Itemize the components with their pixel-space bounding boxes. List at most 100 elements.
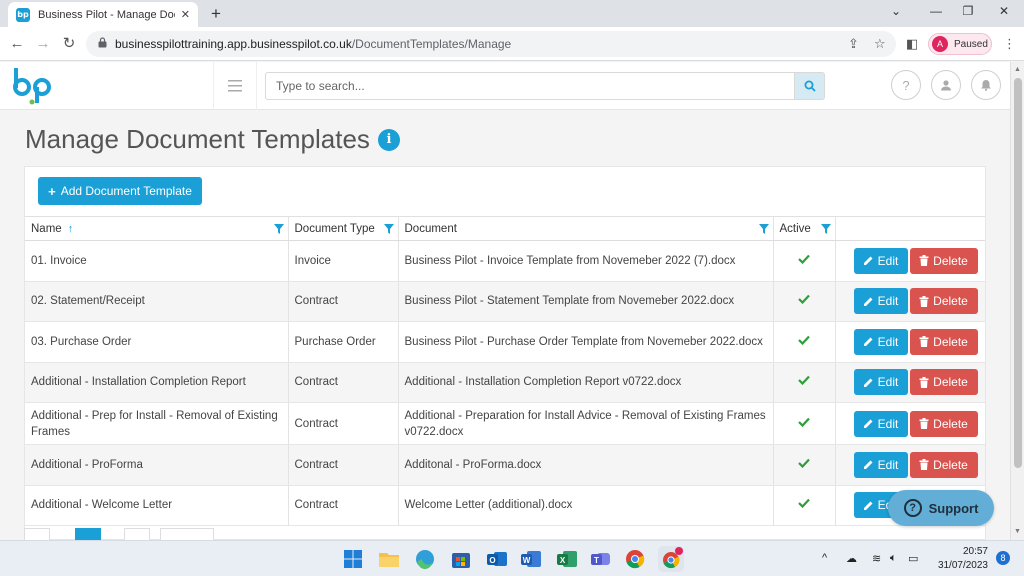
- help-button[interactable]: ?: [891, 70, 921, 100]
- window-close-icon[interactable]: ✕: [994, 4, 1014, 18]
- table-row[interactable]: 03. Purchase Order Purchase Order Business…: [25, 321, 985, 363]
- browser-tab[interactable]: bp Business Pilot - Manage Docume ✕: [8, 2, 198, 27]
- table-row[interactable]: 01. Invoice Invoice Business Pilot - Invoi…: [25, 240, 985, 282]
- cell-document-type: Contract: [288, 444, 399, 486]
- system-clock[interactable]: 20:57 31/07/2023: [934, 545, 988, 573]
- delete-button[interactable]: Delete: [909, 247, 978, 274]
- filter-icon[interactable]: [273, 224, 284, 234]
- search-input[interactable]: Type to search...: [265, 72, 795, 100]
- cell-document-type: Contract: [288, 485, 399, 526]
- chevron-up-icon[interactable]: ^: [822, 552, 827, 564]
- column-active-label: Active: [779, 222, 811, 235]
- profile-button[interactable]: A Paused: [928, 33, 992, 55]
- svg-text:X: X: [560, 556, 566, 565]
- trash-icon: [919, 336, 929, 348]
- back-icon[interactable]: ←: [8, 35, 26, 53]
- app-header: Type to search... ?: [0, 62, 1010, 110]
- delete-button[interactable]: Delete: [909, 369, 978, 396]
- word-icon[interactable]: W: [518, 546, 544, 572]
- delete-button[interactable]: Delete: [909, 451, 978, 478]
- battery-icon[interactable]: ▭: [908, 552, 918, 565]
- reload-icon[interactable]: ↻: [60, 35, 78, 53]
- chrome-icon[interactable]: [622, 546, 648, 572]
- add-document-template-button[interactable]: + Add Document Template: [38, 177, 202, 205]
- pagination-current-page[interactable]: [75, 528, 101, 540]
- delete-button[interactable]: Delete: [909, 288, 978, 315]
- edit-label: Edit: [877, 375, 899, 390]
- edge-icon[interactable]: [412, 546, 438, 572]
- table-row[interactable]: Additional - Installation Completion Rep…: [25, 362, 985, 403]
- chevron-down-icon[interactable]: ⌄: [886, 4, 906, 18]
- pencil-icon: [863, 297, 873, 306]
- cloud-icon[interactable]: ☁: [846, 552, 857, 565]
- new-tab-icon[interactable]: +: [206, 4, 226, 24]
- column-header-actions: [835, 216, 985, 241]
- bp-logo[interactable]: [10, 66, 56, 106]
- table-row[interactable]: 02. Statement/Receipt Contract Business Pi…: [25, 281, 985, 322]
- windows-start-icon[interactable]: [340, 546, 366, 572]
- column-document-label: Document: [404, 222, 457, 235]
- notification-badge[interactable]: 8: [996, 551, 1010, 565]
- table-row[interactable]: Additional - Welcome Letter Contract Welco…: [25, 485, 985, 526]
- column-header-name[interactable]: Name ↑: [25, 216, 289, 241]
- minimize-icon[interactable]: —: [926, 4, 946, 18]
- edit-button[interactable]: Edit: [853, 369, 908, 396]
- filter-icon[interactable]: [820, 224, 831, 234]
- pagination-prev[interactable]: [24, 528, 50, 540]
- cell-actions: Edit Delete: [835, 444, 985, 486]
- scroll-up-icon[interactable]: ▲: [1014, 66, 1021, 73]
- share-icon[interactable]: ⇪: [848, 36, 859, 52]
- file-explorer-icon[interactable]: [376, 546, 402, 572]
- favicon-icon: bp: [16, 7, 30, 22]
- delete-button[interactable]: Delete: [909, 410, 978, 437]
- kebab-menu-icon[interactable]: ⋮: [1003, 36, 1016, 52]
- sidepanel-icon[interactable]: ◧: [906, 36, 918, 52]
- edit-button[interactable]: Edit: [853, 247, 908, 274]
- sort-ascending-icon[interactable]: ↑: [68, 223, 74, 235]
- check-icon: [798, 458, 810, 468]
- search-button[interactable]: [795, 72, 825, 100]
- scroll-down-icon[interactable]: ▼: [1014, 528, 1021, 535]
- cell-document: Business Pilot - Purchase Order Template…: [398, 321, 774, 363]
- cell-document-type: Contract: [288, 281, 399, 322]
- scroll-thumb[interactable]: [1014, 78, 1022, 468]
- outlook-icon[interactable]: O: [484, 546, 510, 572]
- user-button[interactable]: [931, 70, 961, 100]
- edit-button[interactable]: Edit: [853, 451, 908, 478]
- delete-label: Delete: [933, 334, 968, 349]
- excel-icon[interactable]: X: [554, 546, 580, 572]
- wifi-icon[interactable]: ≋: [872, 552, 881, 565]
- edit-button[interactable]: Edit: [853, 328, 908, 355]
- info-icon[interactable]: i: [377, 128, 400, 151]
- column-header-document[interactable]: Document: [398, 216, 774, 241]
- page-scrollbar[interactable]: ▲ ▼: [1010, 62, 1024, 540]
- star-icon[interactable]: ☆: [874, 36, 886, 52]
- pagination-next[interactable]: [124, 528, 150, 540]
- column-header-active[interactable]: Active: [773, 216, 836, 241]
- store-icon[interactable]: [448, 546, 474, 572]
- filter-icon[interactable]: [383, 224, 394, 234]
- url-field[interactable]: businesspilottraining.app.businesspilot.…: [86, 31, 896, 57]
- restore-icon[interactable]: ❐: [958, 4, 978, 18]
- trash-icon: [919, 255, 929, 267]
- notifications-button[interactable]: [971, 70, 1001, 100]
- page-size-select[interactable]: [160, 528, 214, 540]
- tab-close-icon[interactable]: ✕: [181, 8, 190, 21]
- table-row[interactable]: Additional - Prep for Install - Removal …: [25, 402, 985, 445]
- question-icon: ?: [902, 77, 910, 93]
- column-header-type[interactable]: Document Type: [288, 216, 399, 241]
- edit-button[interactable]: Edit: [853, 410, 908, 437]
- check-icon: [798, 417, 810, 427]
- chrome-active-icon[interactable]: [658, 546, 684, 572]
- edit-button[interactable]: Edit: [853, 288, 908, 315]
- delete-button[interactable]: Delete: [909, 328, 978, 355]
- hamburger-menu-icon[interactable]: [213, 62, 257, 110]
- support-button[interactable]: ? Support: [888, 490, 994, 526]
- filter-icon[interactable]: [758, 224, 769, 234]
- delete-label: Delete: [933, 416, 968, 431]
- teams-icon[interactable]: T: [588, 546, 614, 572]
- forward-icon[interactable]: →: [34, 35, 52, 53]
- speaker-icon[interactable]: 🔈︎: [890, 552, 897, 565]
- table-row[interactable]: Additional - ProForma Contract Additonal -…: [25, 444, 985, 486]
- cell-document: Business Pilot - Invoice Template from N…: [398, 240, 774, 282]
